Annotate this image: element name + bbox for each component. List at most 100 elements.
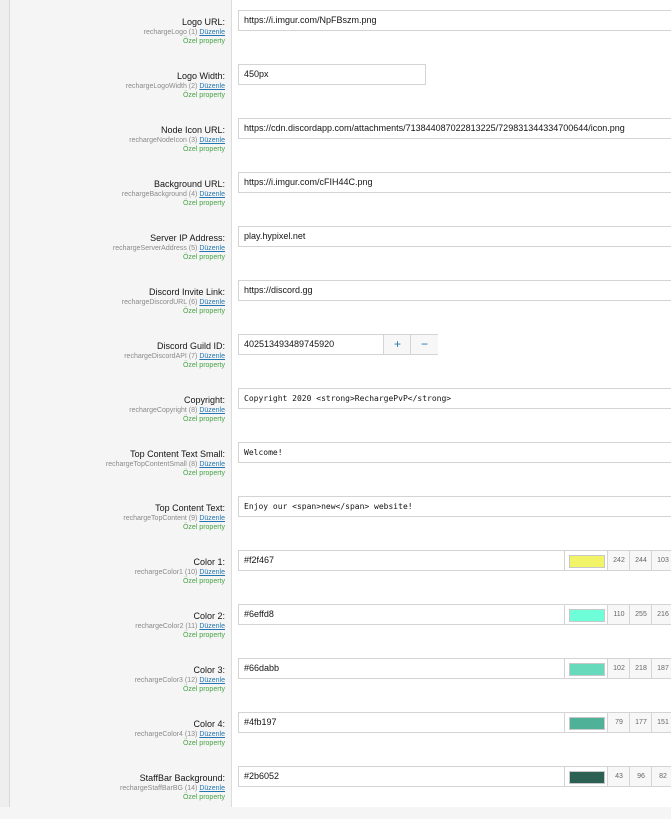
color-3-hex-input[interactable]: #66dabb — [244, 659, 279, 678]
edit-link[interactable]: Düzenle — [199, 299, 225, 306]
red-channel: 242 — [607, 551, 630, 570]
option-meta: rechargeColor2 (11) Düzenle — [25, 622, 225, 631]
option-meta: rechargeBackground (4) Düzenle — [25, 190, 225, 199]
option-key: rechargeDiscordAPI (7) — [124, 353, 198, 360]
blue-channel: 103 — [651, 551, 671, 570]
staffbar-bg-hex-input[interactable]: #2b6052 — [244, 767, 279, 786]
edit-link[interactable]: Düzenle — [199, 137, 225, 144]
edit-link[interactable]: Düzenle — [199, 407, 225, 414]
option-meta: rechargeColor4 (13) Düzenle — [25, 730, 225, 739]
option-key: rechargeLogoWidth (2) — [125, 83, 198, 90]
edit-link[interactable]: Düzenle — [199, 677, 225, 684]
option-row-color-3: Color 3: rechargeColor3 (12) Düzenle Öze… — [0, 657, 671, 711]
color-4-hex-input[interactable]: #4fb197 — [244, 713, 277, 732]
node-icon-url-input[interactable]: https://cdn.discordapp.com/attachments/7… — [238, 118, 671, 139]
custom-property-label: Özel property — [182, 578, 225, 585]
top-content-input[interactable]: Enjoy our <span>new</span> website! — [238, 496, 671, 517]
discord-invite-input[interactable]: https://discord.gg — [238, 280, 671, 301]
option-meta: rechargeNodeIcon (3) Düzenle — [25, 136, 225, 145]
color-swatch[interactable] — [569, 663, 605, 676]
edit-link[interactable]: Düzenle — [199, 83, 225, 90]
discord-guild-id-stepper: 402513493489745920 + − — [238, 334, 438, 355]
edit-link[interactable]: Düzenle — [199, 569, 225, 576]
custom-property-label: Özel property — [182, 362, 225, 369]
option-label: Copyright: — [183, 395, 225, 405]
option-row-color-2: Color 2: rechargeColor2 (11) Düzenle Öze… — [0, 603, 671, 657]
red-channel: 79 — [607, 713, 630, 732]
blue-channel: 151 — [651, 713, 671, 732]
option-meta: rechargeLogoWidth (2) Düzenle — [25, 82, 225, 91]
green-channel: 218 — [629, 659, 652, 678]
option-meta: rechargeStaffBarBG (14) Düzenle — [25, 784, 225, 793]
option-label: Color 4: — [193, 719, 225, 729]
color-swatch-cell — [564, 551, 608, 570]
edit-link[interactable]: Düzenle — [199, 515, 225, 522]
edit-link[interactable]: Düzenle — [199, 353, 225, 360]
red-channel: 102 — [607, 659, 630, 678]
option-row-discord-guild-id: Discord Guild ID: rechargeDiscordAPI (7)… — [0, 333, 671, 387]
custom-property-label: Özel property — [182, 794, 225, 801]
server-ip-input[interactable]: play.hypixel.net — [238, 226, 671, 247]
option-key: rechargeNodeIcon (3) — [129, 137, 198, 144]
blue-channel: 187 — [651, 659, 671, 678]
logo-width-input[interactable]: 450px — [238, 64, 426, 85]
edit-link[interactable]: Düzenle — [199, 191, 225, 198]
option-label: Top Content Text: — [155, 503, 225, 513]
option-key: rechargeStaffBarBG (14) — [120, 785, 198, 792]
custom-property-label: Özel property — [182, 740, 225, 747]
option-meta: rechargeLogo (1) Düzenle — [25, 28, 225, 37]
option-key: rechargeServerAddress (5) — [112, 245, 198, 252]
decrement-button[interactable]: − — [410, 335, 438, 354]
custom-property-label: Özel property — [182, 308, 225, 315]
option-row-top-content-small: Top Content Text Small: rechargeTopConte… — [0, 441, 671, 495]
edit-link[interactable]: Düzenle — [199, 785, 225, 792]
color-swatch[interactable] — [569, 717, 605, 730]
color-swatch[interactable] — [569, 771, 605, 784]
option-row-top-content: Top Content Text: rechargeTopContent (9)… — [0, 495, 671, 549]
color-2-hex-input[interactable]: #6effd8 — [244, 605, 274, 624]
custom-property-label: Özel property — [182, 92, 225, 99]
color-swatch-cell — [564, 605, 608, 624]
discord-guild-id-input[interactable]: 402513493489745920 — [244, 335, 334, 354]
edit-link[interactable]: Düzenle — [199, 29, 225, 36]
color-swatch-cell — [564, 767, 608, 786]
custom-property-label: Özel property — [182, 38, 225, 45]
option-label: Logo URL: — [181, 17, 225, 27]
increment-button[interactable]: + — [383, 335, 411, 354]
option-row-color-4: Color 4: rechargeColor4 (13) Düzenle Öze… — [0, 711, 671, 765]
copyright-input[interactable]: Copyright 2020 <strong>RechargePvP</stro… — [238, 388, 671, 409]
option-key: rechargeColor4 (13) — [134, 731, 198, 738]
custom-property-label: Özel property — [182, 146, 225, 153]
background-url-input[interactable]: https://i.imgur.com/cFIH44C.png — [238, 172, 671, 193]
option-key: rechargeDiscordURL (6) — [121, 299, 198, 306]
option-label: Logo Width: — [176, 71, 225, 81]
edit-link[interactable]: Düzenle — [199, 623, 225, 630]
option-key: rechargeBackground (4) — [121, 191, 198, 198]
color-1-field: #f2f467 242 244 103 — [238, 550, 671, 571]
custom-property-label: Özel property — [182, 632, 225, 639]
edit-link[interactable]: Düzenle — [199, 461, 225, 468]
custom-property-label: Özel property — [182, 416, 225, 423]
color-swatch-cell — [564, 659, 608, 678]
top-content-small-input[interactable]: Welcome! — [238, 442, 671, 463]
green-channel: 244 — [629, 551, 652, 570]
option-row-discord-invite: Discord Invite Link: rechargeDiscordURL … — [0, 279, 671, 333]
logo-url-input[interactable]: https://i.imgur.com/NpFBszm.png — [238, 10, 671, 31]
red-channel: 43 — [607, 767, 630, 786]
option-key: rechargeColor2 (11) — [135, 623, 198, 630]
blue-channel: 216 — [651, 605, 671, 624]
green-channel: 177 — [629, 713, 652, 732]
color-swatch[interactable] — [569, 609, 605, 622]
option-meta: rechargeCopyright (8) Düzenle — [25, 406, 225, 415]
edit-link[interactable]: Düzenle — [199, 245, 225, 252]
option-row-color-1: Color 1: rechargeColor1 (10) Düzenle Öze… — [0, 549, 671, 603]
color-swatch[interactable] — [569, 555, 605, 568]
option-key: rechargeCopyright (8) — [129, 407, 198, 414]
custom-property-label: Özel property — [182, 200, 225, 207]
color-1-hex-input[interactable]: #f2f467 — [244, 551, 274, 570]
option-row-background-url: Background URL: rechargeBackground (4) D… — [0, 171, 671, 225]
edit-link[interactable]: Düzenle — [199, 731, 225, 738]
option-meta: rechargeDiscordAPI (7) Düzenle — [25, 352, 225, 361]
color-swatch-cell — [564, 713, 608, 732]
custom-property-label: Özel property — [182, 686, 225, 693]
